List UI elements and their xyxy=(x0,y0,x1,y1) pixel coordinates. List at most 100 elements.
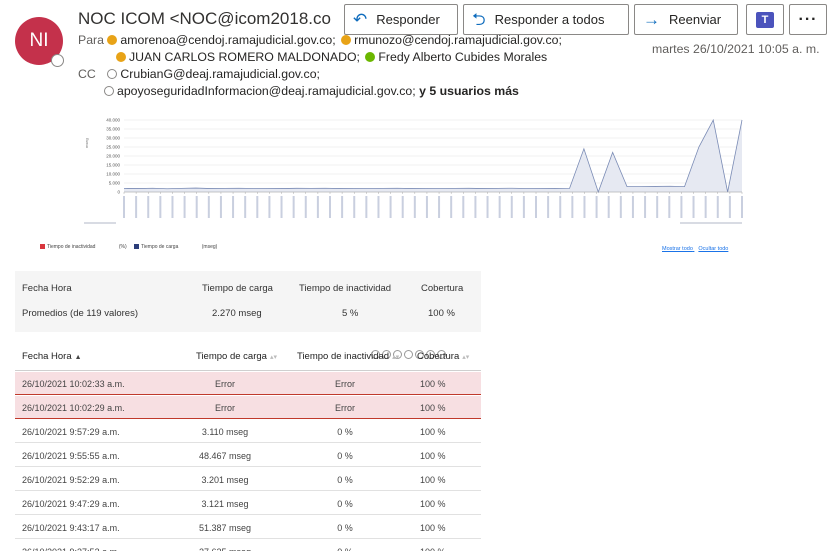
presence-status-icon xyxy=(51,54,64,67)
table-row[interactable]: 26/10/2021 9:43:17 a.m. 51.387 mseg 0 % 100… xyxy=(15,516,481,539)
column-header-load[interactable]: Tiempo de carga ▴▾ xyxy=(196,351,277,362)
sort-icon: ▴▾ xyxy=(392,354,400,361)
reply-all-button[interactable]: ⮌ Responder a todos xyxy=(463,4,629,35)
cell-inactivity: Error xyxy=(335,403,355,413)
chart-footnote xyxy=(84,222,116,224)
sender-name[interactable]: NOC ICOM <NOC@icom2018.co xyxy=(78,9,331,29)
y-tick-label: 15.000 xyxy=(106,163,120,168)
cell-date: 26/10/2021 10:02:33 a.m. xyxy=(22,379,125,389)
column-header-inactivity[interactable]: Tiempo de inactividad ▴▾ xyxy=(297,351,399,362)
cell-load: 3.121 mseg xyxy=(201,499,249,509)
recipient[interactable]: JUAN CARLOS ROMERO MALDONADO; xyxy=(129,50,360,64)
x-tick-label xyxy=(377,196,380,218)
x-tick-label xyxy=(341,196,344,218)
summary-cell: Promedios (de 119 valores) xyxy=(22,308,138,319)
chart-footnote xyxy=(680,222,742,224)
summary-table: Fecha Hora Tiempo de carga Tiempo de ina… xyxy=(15,271,481,332)
cell-inactivity: 0 % xyxy=(337,523,353,533)
cell-date: 26/10/2021 9:37:53 a.m. xyxy=(22,547,120,551)
column-header-coverage[interactable]: Cobertura ▴▾ xyxy=(417,351,469,362)
legend-label: Tiempo de carga xyxy=(141,244,179,250)
forward-label: Reenviar xyxy=(669,12,722,27)
x-tick-label xyxy=(728,196,731,218)
column-header-label: Fecha Hora xyxy=(22,351,72,362)
to-row-continued: JUAN CARLOS ROMERO MALDONADO; Fredy Albe… xyxy=(114,50,547,64)
recipient[interactable]: rmunozo@cendoj.ramajudicial.gov.co; xyxy=(354,33,562,47)
table-row[interactable]: 26/10/2021 9:52:29 a.m. 3.201 mseg 0 % 100 … xyxy=(15,468,481,491)
x-tick-label xyxy=(353,196,356,218)
x-tick-label xyxy=(668,196,671,218)
busy-status-icon xyxy=(107,35,118,45)
x-tick-label xyxy=(304,196,307,218)
reply-all-icon: ⮌ xyxy=(472,10,486,29)
sort-asc-icon: ▲ xyxy=(74,354,82,361)
show-all-link[interactable]: Mostrar todo xyxy=(662,246,693,252)
recipient[interactable]: amorenoa@cendoj.ramajudicial.gov.co; xyxy=(120,33,335,47)
column-header-date[interactable]: Fecha Hora ▲ xyxy=(22,351,82,362)
legend-unit: (%) xyxy=(118,244,127,250)
busy-status-icon xyxy=(116,52,126,62)
recipient[interactable]: apoyoseguridadInformacion@deaj.ramajudic… xyxy=(117,84,416,98)
sent-date: martes 26/10/2021 10:05 a. m. xyxy=(652,42,820,56)
y-tick-label: 35.000 xyxy=(106,127,120,132)
x-tick-label xyxy=(268,196,271,218)
y-tick-label: 25.000 xyxy=(106,145,120,150)
chart-canvas: 40.000 35.000 30.000 25.000 20.000 15.000 10.0… xyxy=(84,118,743,224)
x-tick-label xyxy=(583,196,586,218)
summary-cell: 5 % xyxy=(342,308,359,319)
cell-coverage: 100 % xyxy=(420,403,446,413)
x-tick-label xyxy=(559,196,562,218)
cell-coverage: 100 % xyxy=(420,379,446,389)
cell-date: 26/10/2021 9:47:29 a.m. xyxy=(22,499,120,509)
cell-coverage: 100 % xyxy=(420,451,446,461)
column-header-label: Tiempo de inactividad xyxy=(297,351,390,362)
chart-legend: Tiempo de inactividad (%) Tiempo de carg… xyxy=(40,244,217,250)
table-row[interactable]: 26/10/2021 10:02:29 a.m. Error Error 100 % xyxy=(15,396,481,419)
y-tick-label: 5.000 xyxy=(109,181,121,186)
table-row[interactable]: 26/10/2021 9:55:55 a.m. 48.467 mseg 0 % 100… xyxy=(15,444,481,467)
cell-load: 3.110 mseg xyxy=(201,427,249,437)
to-label: Para xyxy=(78,33,104,47)
teams-icon: T xyxy=(756,11,774,28)
cell-coverage: 100 % xyxy=(420,427,446,437)
column-header-label: Tiempo de carga xyxy=(196,351,267,362)
x-tick-label xyxy=(547,196,550,218)
summary-cell: 100 % xyxy=(428,308,455,319)
more-recipients-link[interactable]: y 5 usuarios más xyxy=(419,84,519,98)
x-tick-label xyxy=(716,196,719,218)
cell-date: 26/10/2021 9:52:29 a.m. xyxy=(22,475,120,485)
hide-all-link[interactable]: Ocultar todo xyxy=(698,246,728,252)
cell-load: 48.467 mseg xyxy=(198,451,252,461)
more-actions-button[interactable]: ··· xyxy=(789,4,827,35)
x-tick-label xyxy=(389,196,392,218)
x-tick-label xyxy=(619,196,622,218)
x-tick-label xyxy=(450,196,453,218)
x-tick-label xyxy=(316,196,319,218)
y-tick-label: 0 xyxy=(117,190,120,195)
table-row[interactable]: 26/10/2021 10:02:33 a.m. Error Error 100 % xyxy=(15,372,481,395)
cell-inactivity: 0 % xyxy=(337,427,353,437)
teams-button[interactable]: T xyxy=(746,4,784,35)
reply-button[interactable]: ↶ Responder xyxy=(344,4,458,35)
x-tick-label xyxy=(425,196,428,218)
forward-button[interactable]: → Reenviar xyxy=(634,4,738,35)
recipient[interactable]: Fredy Alberto Cubides Morales xyxy=(378,50,547,64)
table-row[interactable]: 26/10/2021 9:47:29 a.m. 3.121 mseg 0 % 100 … xyxy=(15,492,481,515)
summary-header: Cobertura xyxy=(421,283,464,294)
cell-load: 51.387 mseg xyxy=(198,523,252,533)
x-tick-label xyxy=(571,196,574,218)
cell-coverage: 100 % xyxy=(420,475,446,485)
recipient[interactable]: CrubianG@deaj.ramajudicial.gov.co; xyxy=(120,67,320,81)
x-tick-label xyxy=(183,196,186,218)
cell-load: 27.625 mseg xyxy=(199,547,251,551)
x-tick-label xyxy=(704,196,707,218)
cell-inactivity: Error xyxy=(335,379,355,389)
x-tick-label xyxy=(522,196,525,218)
cc-row-continued: apoyoseguridadInformacion@deaj.ramajudic… xyxy=(102,84,519,98)
table-row[interactable]: 26/10/2021 9:37:53 a.m. 27.625 mseg 0 % 100… xyxy=(15,540,481,551)
table-row[interactable]: 26/10/2021 9:57:29 a.m. 3.110 mseg 0 % 100 … xyxy=(15,420,481,443)
x-tick-label xyxy=(595,196,598,218)
x-tick-label xyxy=(232,196,235,218)
x-tick-label xyxy=(159,196,162,218)
x-tick-label xyxy=(607,196,610,218)
